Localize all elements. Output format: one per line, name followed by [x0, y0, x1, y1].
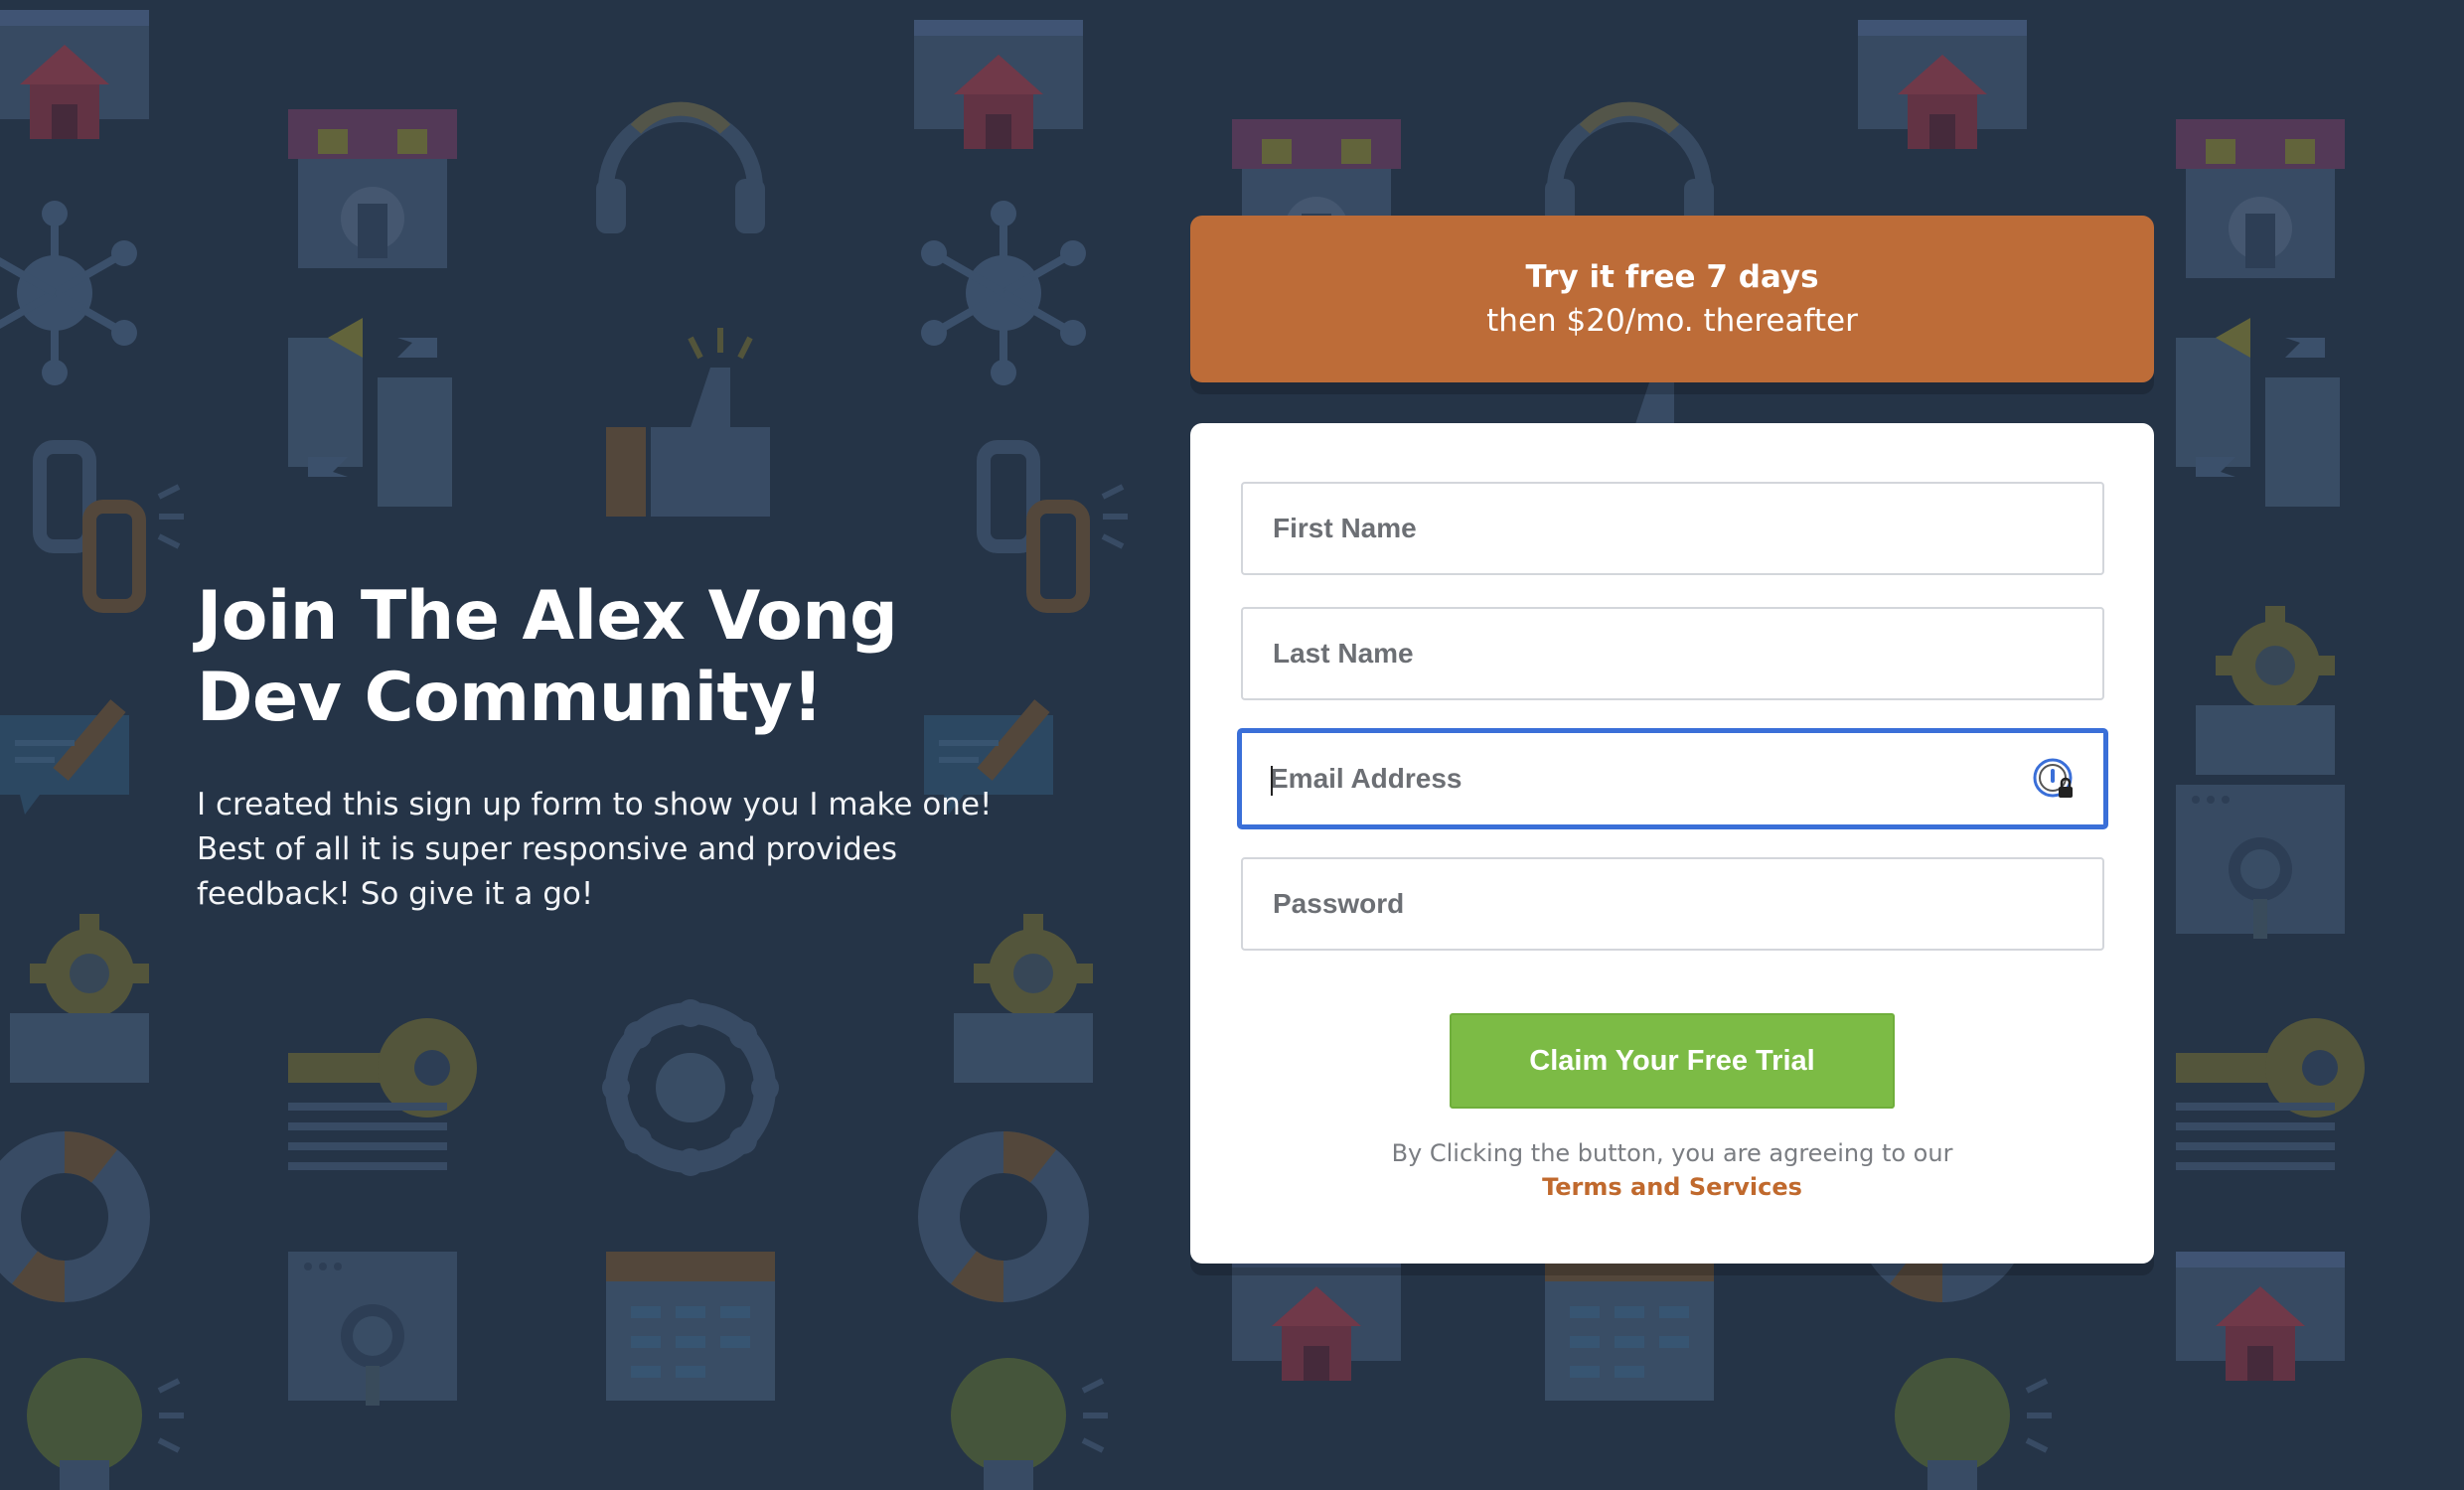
page-title: Join The Alex Vong Dev Community!	[197, 576, 1051, 739]
page-title-line2: Dev Community!	[197, 659, 823, 737]
signup-form: Claim Your Free Trial By Clicking the bu…	[1190, 423, 2154, 1264]
password-manager-icon[interactable]	[2032, 757, 2076, 801]
first-name-input[interactable]	[1243, 484, 2102, 573]
trial-pricing: then $20/mo. thereafter	[1486, 303, 1858, 339]
email-field-wrapper	[1238, 729, 2107, 828]
page-title-line1: Join The Alex Vong	[197, 577, 898, 656]
first-name-field-wrapper	[1241, 482, 2104, 575]
last-name-field-wrapper	[1241, 607, 2104, 700]
password-field-wrapper	[1241, 857, 2104, 951]
terms-and-services-link[interactable]: Terms and Services	[1542, 1170, 1802, 1204]
last-name-input[interactable]	[1243, 609, 2102, 698]
trial-headline: Try it free 7 days	[1525, 259, 1819, 295]
trial-offer-banner: Try it free 7 days then $20/mo. thereaft…	[1190, 216, 2154, 382]
intro-description: I created this sign up form to show you …	[197, 787, 993, 912]
email-input[interactable]	[1242, 733, 2103, 824]
text-cursor	[1271, 766, 1273, 796]
terms-notice: By Clicking the button, you are agreeing…	[1190, 1136, 2154, 1204]
password-input[interactable]	[1243, 859, 2102, 949]
terms-notice-text: By Clicking the button, you are agreeing…	[1391, 1139, 1953, 1167]
claim-free-trial-button[interactable]: Claim Your Free Trial	[1450, 1013, 1895, 1109]
intro-section: Join The Alex Vong Dev Community! I crea…	[197, 576, 1051, 917]
